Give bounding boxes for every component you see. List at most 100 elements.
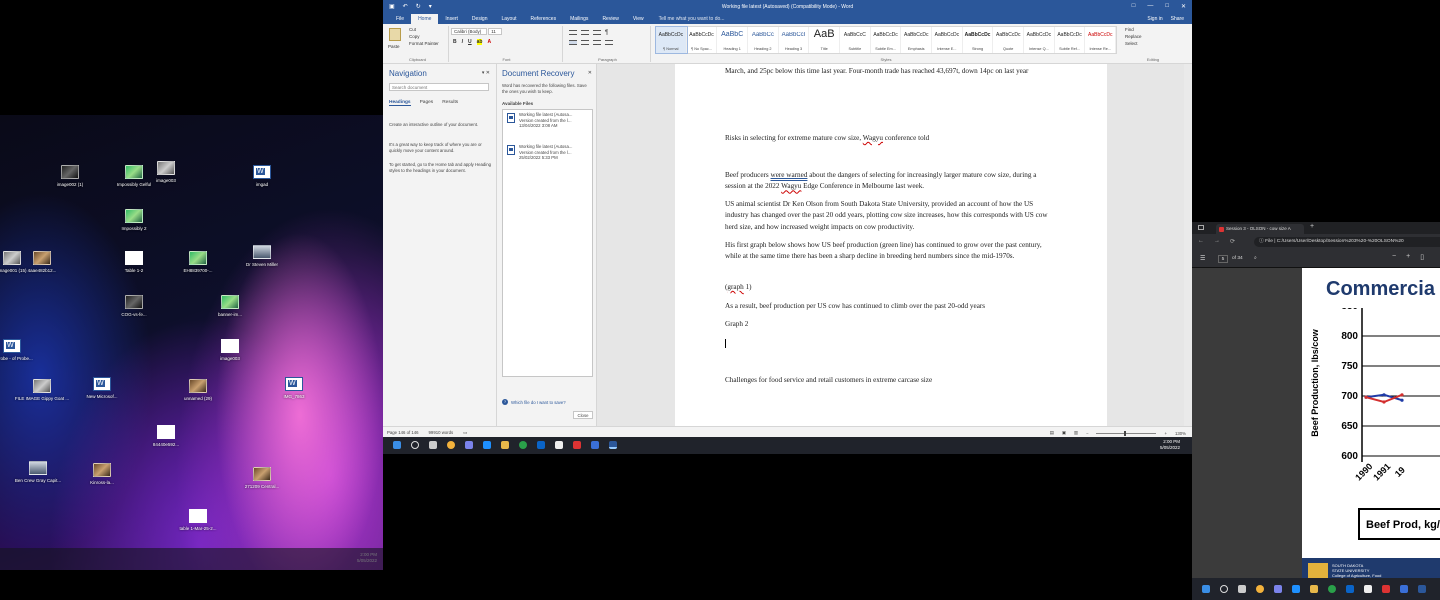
tab-pages[interactable]: Pages <box>420 100 434 106</box>
desktop-icon[interactable]: 271209 Central... <box>234 467 290 490</box>
pdf-icon[interactable] <box>573 441 581 449</box>
zoom-in-icon[interactable]: + <box>1164 431 1167 436</box>
forward-icon[interactable]: → <box>1214 238 1220 245</box>
zoom-out-icon[interactable]: − <box>1392 253 1396 261</box>
tab-mailings[interactable]: Mailings <box>563 14 595 24</box>
navigation-pane-controls[interactable]: ▾ ✕ <box>482 70 490 76</box>
refresh-icon[interactable]: ⟳ <box>1230 238 1235 245</box>
document-canvas[interactable]: March, and 25pc below this time last yea… <box>597 64 1192 426</box>
vertical-scrollbar[interactable] <box>1184 64 1192 426</box>
desktop-icon[interactable]: Ben Crew Gray Capit... <box>10 461 66 484</box>
paste-button[interactable]: Paste <box>388 43 400 50</box>
bullets-icon[interactable] <box>569 30 577 35</box>
tab-headings[interactable]: Headings <box>389 100 411 106</box>
recovered-file[interactable]: Working file latest (Autosa... Version c… <box>503 110 592 142</box>
back-icon[interactable]: ← <box>1198 238 1204 245</box>
desktop-icon[interactable]: New Microsof... <box>74 377 130 400</box>
notes-icon[interactable] <box>555 441 563 449</box>
desktop-icon[interactable]: COG-vs-fe... <box>106 295 162 318</box>
desktop-icon[interactable]: IMG_7863 <box>266 377 322 400</box>
tab-review[interactable]: Review <box>595 14 625 24</box>
format-painter-button[interactable]: Format Painter <box>409 40 439 47</box>
tab-design[interactable]: Design <box>465 14 495 24</box>
tab-actions-icon[interactable] <box>1198 225 1204 230</box>
align-right-icon[interactable] <box>593 40 601 45</box>
pdf-canvas[interactable]: Commercia Beef Production, lbs/cow 850 800… <box>1192 268 1440 584</box>
find-button[interactable]: Find <box>1125 26 1134 33</box>
desktop-icon[interactable]: FILE IMAGE Gippy Goat ... <box>14 379 70 402</box>
align-left-icon[interactable] <box>569 40 577 45</box>
desktop-icon[interactable]: EH8839700-... <box>170 251 226 274</box>
zoom-in-icon[interactable]: + <box>1406 253 1410 261</box>
sign-in-link[interactable]: Sign in <box>1147 14 1162 24</box>
maximize-icon[interactable]: □ <box>1165 3 1169 10</box>
close-button[interactable]: Close <box>573 411 593 419</box>
pilcrow-icon[interactable]: ¶ <box>605 30 608 36</box>
paste-icon[interactable] <box>389 28 401 41</box>
desktop-icon[interactable]: Table 1-2 <box>106 251 162 274</box>
ribbon-display-icon[interactable]: □ <box>1132 3 1136 10</box>
search-icon[interactable]: ⌕ <box>1254 255 1257 261</box>
desktop-icon[interactable]: image003 <box>138 161 194 184</box>
desktop-icon[interactable]: banner-im... <box>202 295 258 318</box>
edge-icon[interactable] <box>483 441 491 449</box>
desktop-icon[interactable]: Dr Steven Miller <box>234 245 290 268</box>
proofing-icon[interactable]: ▭ <box>463 430 467 436</box>
text-highlight-icon[interactable]: ab <box>476 39 483 45</box>
outlook-icon[interactable] <box>537 441 545 449</box>
numbering-icon[interactable] <box>581 30 589 35</box>
start-icon[interactable] <box>393 441 401 449</box>
widgets-icon[interactable] <box>1256 585 1264 593</box>
chrome-icon[interactable] <box>519 441 527 449</box>
store-icon[interactable] <box>1400 585 1408 593</box>
pdf-icon[interactable] <box>1382 585 1390 593</box>
search-icon[interactable] <box>1220 585 1228 593</box>
new-tab-icon[interactable]: + <box>1310 223 1314 230</box>
zoom-level[interactable]: 130% <box>1175 431 1186 436</box>
recovery-pane-controls[interactable]: ✕ <box>588 70 592 76</box>
explorer-icon[interactable] <box>501 441 509 449</box>
browser-tab[interactable]: Session 3 - OLSON - cow size A <box>1216 224 1304 234</box>
start-icon[interactable] <box>1202 585 1210 593</box>
chrome-icon[interactable] <box>1328 585 1336 593</box>
chat-icon[interactable] <box>1274 585 1282 593</box>
underline-icon[interactable]: U <box>468 39 472 45</box>
align-center-icon[interactable] <box>581 40 589 45</box>
chat-icon[interactable] <box>465 441 473 449</box>
desktop-icon[interactable]: image003 <box>202 339 258 362</box>
tell-me-box[interactable]: Tell me what you want to do... <box>659 16 725 22</box>
cut-button[interactable]: Cut <box>409 26 416 33</box>
fit-page-icon[interactable]: ▯ <box>1420 253 1424 261</box>
url-input[interactable]: ⓘ File | C:/Users/User/Desktop/Session%2… <box>1254 237 1440 247</box>
font-name-select[interactable]: Calibri (Body) <box>451 28 487 35</box>
word-count[interactable]: 99910 words <box>429 430 454 436</box>
store-icon[interactable] <box>591 441 599 449</box>
notes-icon[interactable] <box>1364 585 1372 593</box>
web-layout-icon[interactable]: ▥ <box>1074 430 1078 436</box>
tab-file[interactable]: File <box>389 14 411 24</box>
zoom-out-icon[interactable]: − <box>1086 431 1089 436</box>
desktop-icon[interactable]: Kinross-la... <box>74 463 130 486</box>
page-count[interactable]: Page 146 of 146 <box>387 430 419 436</box>
recovered-file[interactable]: Working file latest (Autosa... Version c… <box>503 142 592 174</box>
multilevel-list-icon[interactable] <box>593 30 601 35</box>
page-number-input[interactable]: 5 <box>1218 255 1228 263</box>
tab-view[interactable]: View <box>626 14 651 24</box>
tab-layout[interactable]: Layout <box>495 14 524 24</box>
desktop-icon[interactable]: 84440e592... <box>138 425 194 448</box>
bold-icon[interactable]: B <box>453 39 457 45</box>
select-button[interactable]: Select <box>1125 40 1138 47</box>
desktop-icon[interactable]: image002 (1) <box>42 165 98 188</box>
task-view-icon[interactable] <box>1238 585 1246 593</box>
read-mode-icon[interactable]: ▤ <box>1050 430 1054 436</box>
desktop-icon[interactable]: 4aae482b12... <box>14 251 70 274</box>
desktop-icon[interactable]: imgad <box>234 165 290 188</box>
explorer-icon[interactable] <box>1310 585 1318 593</box>
widgets-icon[interactable] <box>447 441 455 449</box>
tab-results[interactable]: Results <box>442 100 458 106</box>
zoom-slider[interactable] <box>1096 430 1157 436</box>
desktop-icon[interactable]: unnamed (29) <box>170 379 226 402</box>
replace-button[interactable]: Replace <box>1125 33 1142 40</box>
share-button[interactable]: Share <box>1171 14 1184 24</box>
desktop-icon[interactable]: G Probe - of Probe... <box>0 339 40 362</box>
